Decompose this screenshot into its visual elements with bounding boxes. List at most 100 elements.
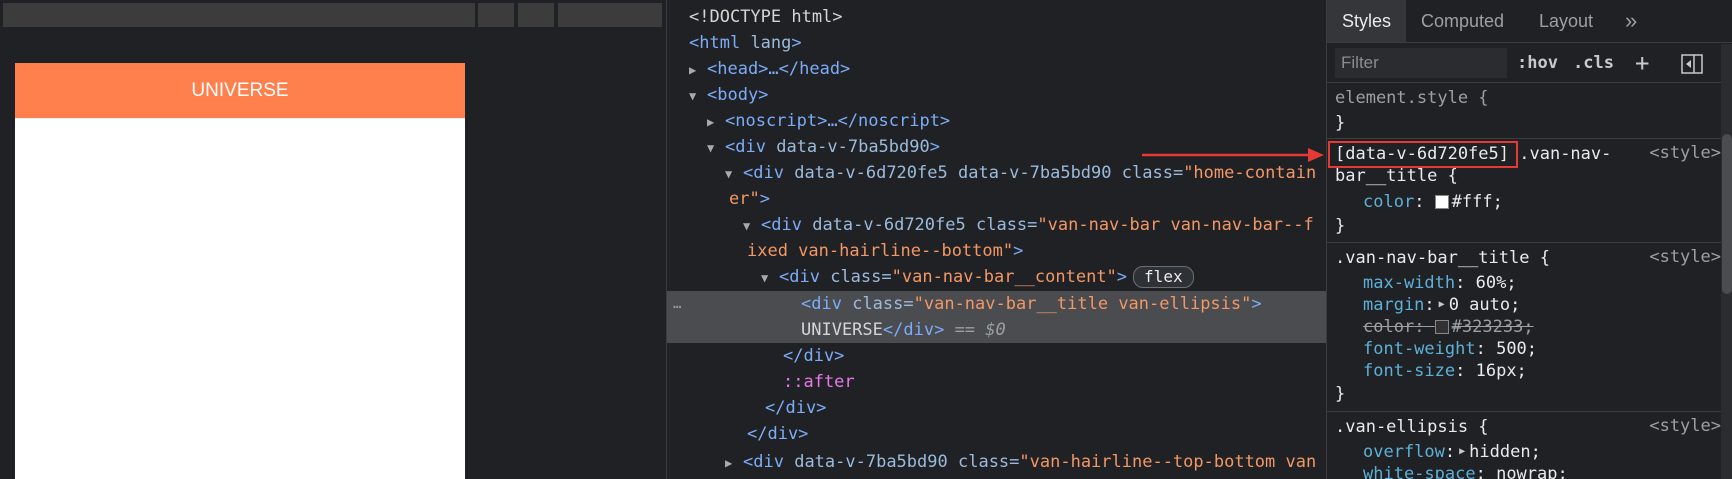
dom-node-close-div[interactable]: </div> bbox=[667, 395, 1327, 421]
toggle-sidebar-icon[interactable] bbox=[1681, 54, 1703, 74]
app-nav-title: UNIVERSE bbox=[191, 79, 289, 101]
dom-node-html[interactable]: <html lang> bbox=[667, 30, 1327, 56]
tab-styles[interactable]: Styles bbox=[1327, 0, 1407, 42]
rule-selector[interactable]: .van-ellipsis { bbox=[1335, 416, 1489, 438]
flex-badge[interactable]: flex bbox=[1133, 266, 1194, 288]
collapse-triangle-icon[interactable]: ▼ bbox=[761, 265, 779, 291]
property-name: overflow bbox=[1363, 442, 1445, 462]
color-swatch-icon[interactable] bbox=[1434, 195, 1449, 209]
dom-node-div-title-selected[interactable]: … <div class="van-nav-bar__title van-ell… bbox=[667, 291, 1327, 317]
cls-toggle[interactable]: .cls bbox=[1573, 48, 1614, 78]
property-max-width[interactable]: max-width: 60%; bbox=[1363, 272, 1517, 294]
dom-node-after[interactable]: ::after bbox=[667, 369, 1327, 395]
attr-text: data-v-7ba5bd90 bbox=[957, 163, 1112, 183]
color-swatch-icon[interactable] bbox=[1434, 320, 1449, 334]
app-nav-bar: UNIVERSE bbox=[15, 63, 465, 118]
property-margin[interactable]: margin: ▶ 0 auto; bbox=[1363, 294, 1520, 316]
selected-node-marker: == $0 bbox=[955, 320, 1006, 340]
property-value: hidden; bbox=[1469, 442, 1541, 462]
dom-node-div-navbar[interactable]: ▼ <div data-v-6d720fe5 class="van-nav-bar… bbox=[667, 212, 1327, 238]
attr-value: "van-hairline--top-bottom van bbox=[1019, 452, 1317, 472]
tag-text: <div bbox=[743, 452, 784, 472]
annotation-arrow-icon bbox=[1142, 148, 1324, 162]
new-rule-button[interactable]: + bbox=[1635, 48, 1649, 78]
rule-source-link[interactable]: <style> bbox=[1649, 416, 1721, 436]
dom-node-div-navbar-cont[interactable]: ixed van-hairline--bottom"> bbox=[667, 238, 1327, 264]
property-value: 60%; bbox=[1475, 273, 1517, 293]
dom-node-div-hairline[interactable]: ▶ <div data-v-7ba5bd90 class="van-hairlin… bbox=[667, 449, 1327, 475]
tag-text: <div bbox=[743, 163, 784, 183]
property-white-space[interactable]: white-space: nowrap; bbox=[1363, 463, 1568, 479]
expand-triangle-icon[interactable]: ▶ bbox=[1439, 294, 1445, 316]
dom-node-head[interactable]: ▶ <head>…</head> bbox=[667, 56, 1327, 82]
tag-close: > bbox=[1013, 241, 1024, 261]
attr-value: "van-nav-bar__title van-ellipsis" bbox=[913, 294, 1252, 314]
property-overflow[interactable]: overflow: ▶ hidden; bbox=[1363, 441, 1541, 463]
sidebar-tabs: Styles Computed Layout » bbox=[1327, 0, 1732, 43]
device-toolbar-zoom[interactable] bbox=[478, 3, 514, 27]
element-style-selector[interactable]: element.style { bbox=[1335, 87, 1489, 109]
expand-triangle-icon[interactable]: ▶ bbox=[725, 450, 743, 476]
collapse-triangle-icon[interactable]: ▼ bbox=[707, 135, 725, 161]
tag-close: > bbox=[929, 137, 940, 157]
tag-close: </div> bbox=[882, 320, 945, 340]
property-font-weight[interactable]: font-weight: 500; bbox=[1363, 338, 1537, 360]
device-toolbar-dimensions[interactable] bbox=[3, 3, 475, 27]
dom-node-div-title-text[interactable]: UNIVERSE</div> == $0 bbox=[667, 317, 1327, 343]
attr-value: "van-nav-bar van-nav-bar--f bbox=[1037, 215, 1314, 235]
attr-text: data-v-6d720fe5 bbox=[794, 163, 948, 183]
property-font-size[interactable]: font-size: 16px; bbox=[1363, 360, 1527, 382]
expand-triangle-icon[interactable]: ▶ bbox=[689, 57, 707, 83]
rule-selector[interactable]: .van-nav-bar__title { bbox=[1335, 247, 1550, 269]
expand-triangle-icon[interactable]: ▶ bbox=[707, 109, 725, 135]
device-toolbar-throttle[interactable] bbox=[518, 3, 554, 27]
style-rule-ellipsis: .van-ellipsis { <style> overflow: ▶ hidden… bbox=[1327, 412, 1732, 479]
styles-scrollbar[interactable] bbox=[1721, 44, 1732, 479]
dom-node-doctype[interactable]: <!DOCTYPE html> bbox=[667, 4, 1327, 30]
attr-text: class= bbox=[975, 215, 1038, 235]
nav-bar-hairline bbox=[15, 118, 465, 119]
tag-text: <div bbox=[801, 294, 842, 314]
property-value: 16px; bbox=[1475, 361, 1527, 381]
tag-text: <html bbox=[689, 33, 741, 53]
attr-text: lang bbox=[750, 33, 792, 53]
dom-node-close-div[interactable]: </div> bbox=[667, 421, 1327, 447]
attr-value: er" bbox=[729, 189, 760, 209]
dom-node-noscript[interactable]: ▶ <noscript>…</noscript> bbox=[667, 108, 1327, 134]
attr-value: "home-contain bbox=[1183, 163, 1317, 183]
hov-toggle[interactable]: :hov bbox=[1517, 48, 1558, 78]
app-viewport: UNIVERSE bbox=[15, 63, 465, 479]
close-brace: } bbox=[1335, 216, 1346, 236]
property-value: 0 auto; bbox=[1448, 295, 1521, 315]
tab-layout[interactable]: Layout bbox=[1539, 0, 1593, 42]
styles-panel: Styles Computed Layout » :hov .cls + ele… bbox=[1326, 0, 1732, 479]
dom-node-div-content[interactable]: ▼ <div class="van-nav-bar__content"> flex bbox=[667, 264, 1327, 290]
more-options-icon[interactable]: … bbox=[673, 291, 681, 317]
rule-source-link[interactable]: <style> bbox=[1649, 247, 1721, 267]
tag-text: <div bbox=[761, 215, 802, 235]
tab-computed[interactable]: Computed bbox=[1421, 0, 1504, 42]
collapse-triangle-icon[interactable]: ▼ bbox=[743, 213, 761, 239]
collapse-triangle-icon[interactable]: ▼ bbox=[689, 83, 707, 109]
dom-node-close-div[interactable]: </div> bbox=[667, 343, 1327, 369]
expand-triangle-icon[interactable]: ▶ bbox=[1459, 441, 1465, 463]
rule-source-link[interactable]: <style> bbox=[1649, 143, 1721, 163]
dom-node-body[interactable]: ▼ <body> bbox=[667, 82, 1327, 108]
property-value: #fff; bbox=[1451, 192, 1503, 212]
property-color-overridden[interactable]: color: #323233; bbox=[1363, 316, 1534, 338]
highlight-box bbox=[1328, 141, 1518, 168]
filter-input[interactable] bbox=[1335, 48, 1507, 78]
attr-text: class= bbox=[1121, 163, 1184, 183]
attr-text: class= bbox=[830, 267, 892, 287]
eq-text: == bbox=[954, 320, 986, 340]
tag-close: > bbox=[759, 189, 770, 209]
more-tabs-icon[interactable]: » bbox=[1625, 0, 1637, 42]
dom-node-div-home-cont[interactable]: er"> bbox=[667, 186, 1327, 212]
scrollbar-thumb[interactable] bbox=[1722, 134, 1732, 294]
property-value: #323233; bbox=[1451, 317, 1534, 337]
property-value: 500; bbox=[1496, 339, 1538, 359]
collapse-triangle-icon[interactable]: ▼ bbox=[725, 161, 743, 187]
property-color[interactable]: color: #fff; bbox=[1363, 191, 1503, 213]
eq-var: $0 bbox=[985, 320, 1006, 340]
device-toolbar-options[interactable] bbox=[558, 3, 662, 27]
